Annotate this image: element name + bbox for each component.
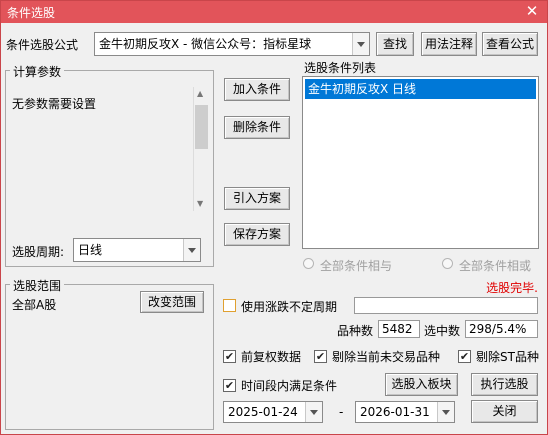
time-range-label: 时间段内满足条件 — [241, 379, 338, 393]
remove-condition-button[interactable]: 删除条件 — [224, 116, 290, 139]
date-separator: - — [339, 405, 344, 419]
view-formula-button[interactable]: 查看公式 — [482, 32, 538, 56]
variable-period-checkbox[interactable] — [223, 299, 236, 312]
forward-adjusted-checkbox[interactable]: ✔ — [223, 350, 236, 363]
params-group-title: 计算参数 — [10, 63, 65, 80]
formula-label: 条件选股公式 — [6, 38, 79, 52]
save-plan-button[interactable]: 保存方案 — [224, 223, 290, 246]
condition-list-item[interactable]: 金牛初期反攻X 日线 — [305, 79, 536, 99]
chevron-down-icon[interactable] — [183, 239, 200, 261]
stock-count-value: 5482 — [378, 320, 420, 338]
params-text: 无参数需要设置 — [12, 97, 97, 111]
title-bar: 条件选股 ✕ — [1, 1, 547, 23]
condition-list[interactable]: 金牛初期反攻X 日线 — [302, 76, 539, 249]
add-condition-button[interactable]: 加入条件 — [224, 78, 290, 101]
formula-select[interactable]: 金牛初期反攻X - 微信公众号：指标星球 — [94, 32, 370, 56]
window-title: 条件选股 — [7, 6, 56, 20]
condition-stock-selection-window: 条件选股 ✕ 条件选股公式 金牛初期反攻X - 微信公众号：指标星球 查找 用法… — [0, 0, 548, 435]
period-select[interactable]: 日线 — [73, 238, 201, 262]
close-button[interactable]: 关闭 — [471, 400, 538, 423]
forward-adjusted-label: 前复权数据 — [241, 350, 302, 364]
params-scrollbar[interactable]: ▲ ▼ — [193, 87, 209, 211]
time-range-checkbox[interactable]: ✔ — [223, 379, 236, 392]
execute-selection-button[interactable]: 执行选股 — [471, 373, 538, 396]
close-icon[interactable]: ✕ — [523, 2, 541, 20]
chevron-down-icon[interactable] — [305, 402, 322, 422]
condition-list-title: 选股条件列表 — [304, 61, 377, 75]
period-select-value: 日线 — [78, 243, 103, 257]
scope-group-title: 选股范围 — [10, 277, 65, 294]
formula-select-value: 金牛初期反攻X - 微信公众号：指标星球 — [99, 37, 312, 51]
exclude-non-trading-checkbox[interactable]: ✔ — [314, 350, 327, 363]
selected-count-value: 298/5.4% — [465, 320, 538, 338]
select-into-sector-button[interactable]: 选股入板块 — [385, 373, 458, 396]
change-scope-button[interactable]: 改变范围 — [140, 291, 204, 313]
or-radio-label: 全部条件相或 — [459, 259, 532, 273]
exclude-non-trading-label: 剔除当前未交易品种 — [332, 350, 441, 364]
or-radio[interactable] — [442, 258, 453, 269]
scroll-thumb[interactable] — [195, 105, 208, 149]
period-label: 选股周期: — [12, 245, 65, 259]
import-plan-button[interactable]: 引入方案 — [224, 187, 290, 210]
stock-count-label: 品种数 — [337, 324, 374, 338]
and-radio-label: 全部条件相与 — [320, 259, 393, 273]
end-date-value: 2026-01-31 — [360, 405, 430, 419]
selected-count-label: 选中数 — [424, 324, 461, 338]
and-radio[interactable] — [303, 258, 314, 269]
status-text: 选股完毕. — [486, 281, 538, 295]
exclude-st-label: 剔除ST品种 — [476, 350, 539, 364]
start-date-value: 2025-01-24 — [228, 405, 298, 419]
usage-notes-button[interactable]: 用法注释 — [421, 32, 477, 56]
exclude-st-checkbox[interactable]: ✔ — [458, 350, 471, 363]
scroll-down-icon[interactable]: ▼ — [197, 199, 203, 208]
chevron-down-icon[interactable] — [437, 402, 454, 422]
chevron-down-icon[interactable] — [352, 33, 369, 55]
variable-period-label: 使用涨跌不定周期 — [241, 300, 338, 314]
variable-period-input[interactable] — [354, 297, 538, 314]
scope-value: 全部A股 — [12, 298, 57, 312]
find-button[interactable]: 查找 — [376, 32, 414, 56]
start-date-picker[interactable]: 2025-01-24 — [223, 401, 323, 423]
scroll-up-icon[interactable]: ▲ — [197, 89, 203, 98]
end-date-picker[interactable]: 2026-01-31 — [355, 401, 455, 423]
